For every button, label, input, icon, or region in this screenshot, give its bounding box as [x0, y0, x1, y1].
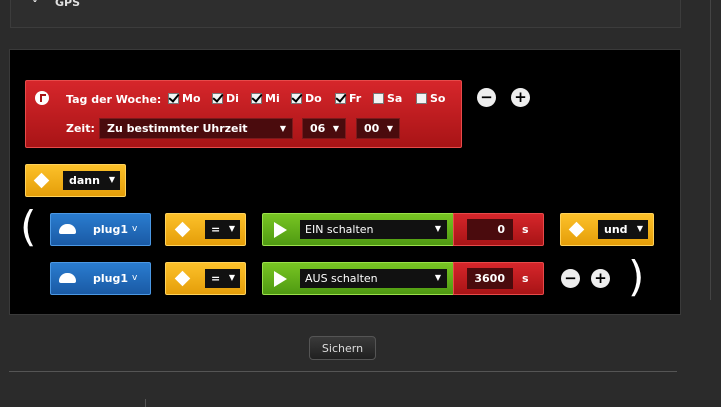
- operator-value: =: [211, 223, 221, 236]
- time-mode-select[interactable]: Zu bestimmter Uhrzeit ▼: [99, 118, 293, 139]
- dropdown-arrow-icon: ▼: [228, 273, 235, 282]
- day-checkbox-mo[interactable]: Mo: [168, 90, 201, 106]
- action-select-row1[interactable]: EIN schalten ▼: [300, 220, 447, 239]
- remove-condition-button[interactable]: −: [477, 88, 496, 107]
- play-icon: [274, 222, 287, 238]
- day-label: Mi: [265, 91, 280, 105]
- connector-value: und: [604, 223, 628, 236]
- clock-icon: [35, 91, 49, 105]
- panel-border: [710, 0, 711, 300]
- duration-input-row1[interactable]: 0: [467, 219, 513, 240]
- action-value: EIN schalten: [305, 223, 374, 236]
- dropdown-arrow-icon: ▼: [434, 224, 441, 233]
- operator-value: =: [211, 272, 221, 285]
- plug-icon: [59, 224, 76, 234]
- device-name: plug1: [93, 223, 129, 236]
- day-checkbox-do[interactable]: Do: [291, 90, 322, 106]
- checkbox-icon[interactable]: [168, 92, 179, 104]
- duration-unit: s: [522, 272, 529, 285]
- day-label: So: [430, 91, 446, 105]
- hour-select[interactable]: 06 ▼: [302, 118, 346, 139]
- connector-select[interactable]: und ▼: [598, 220, 648, 239]
- duration-input-row2[interactable]: 3600: [467, 268, 513, 289]
- checkbox-icon[interactable]: [251, 92, 262, 104]
- hour-value: 06: [310, 122, 326, 135]
- day-checkbox-so[interactable]: So: [416, 90, 445, 106]
- day-label: Di: [226, 91, 239, 105]
- time-label: Zeit:: [66, 122, 95, 135]
- divider: [145, 399, 146, 407]
- chevron-down-icon[interactable]: v: [31, 0, 39, 5]
- play-icon: [274, 271, 287, 287]
- dropdown-arrow-icon: ▼: [279, 124, 286, 133]
- day-checkbox-mi[interactable]: Mi: [251, 90, 280, 106]
- add-condition-button[interactable]: +: [511, 88, 530, 107]
- day-label: Mo: [182, 91, 201, 105]
- duration-unit: s: [522, 223, 529, 236]
- day-checkbox-fr[interactable]: Fr: [335, 90, 361, 106]
- checkbox-icon[interactable]: [291, 92, 302, 104]
- day-label: Do: [305, 91, 322, 105]
- checkbox-icon[interactable]: [373, 92, 384, 104]
- checkbox-icon[interactable]: [212, 92, 223, 104]
- checkbox-icon[interactable]: [335, 92, 346, 104]
- minute-select[interactable]: 00 ▼: [356, 118, 400, 139]
- device-name: plug1: [93, 272, 129, 285]
- day-label: Fr: [349, 91, 362, 105]
- weekday-label: Tag der Woche:: [66, 93, 162, 106]
- minute-value: 00: [364, 122, 380, 135]
- dropdown-arrow-icon: ▼: [386, 124, 393, 133]
- plug-icon: [59, 273, 76, 283]
- dropdown-arrow-icon: ▼: [636, 224, 643, 233]
- divider: [9, 371, 677, 372]
- dropdown-arrow-icon: ▼: [332, 124, 339, 133]
- then-select[interactable]: dann ▼: [63, 171, 120, 190]
- dropdown-arrow-icon: ▼: [228, 224, 235, 233]
- dropdown-arrow-icon: ▼: [434, 273, 441, 282]
- action-select-row2[interactable]: AUS schalten ▼: [300, 269, 447, 288]
- close-paren: ): [628, 252, 645, 301]
- remove-action-button[interactable]: −: [561, 269, 580, 288]
- open-paren: (: [20, 202, 37, 251]
- day-label: Sa: [387, 91, 403, 105]
- save-button[interactable]: Sichern: [309, 336, 376, 360]
- chevron-down-icon: v: [132, 273, 138, 283]
- checkbox-icon[interactable]: [416, 92, 427, 104]
- gps-section-header[interactable]: [10, 0, 681, 28]
- action-value: AUS schalten: [305, 272, 378, 285]
- add-action-button[interactable]: +: [591, 269, 610, 288]
- operator-select-row2[interactable]: = ▼: [205, 269, 240, 288]
- chevron-down-icon: v: [132, 224, 138, 234]
- then-value: dann: [69, 174, 100, 187]
- day-checkbox-di[interactable]: Di: [212, 90, 239, 106]
- dropdown-arrow-icon: ▼: [108, 175, 115, 184]
- gps-section-label: GPS: [55, 0, 81, 9]
- day-checkbox-sa[interactable]: Sa: [373, 90, 402, 106]
- time-mode-value: Zu bestimmter Uhrzeit: [107, 122, 248, 135]
- operator-select-row1[interactable]: = ▼: [205, 220, 240, 239]
